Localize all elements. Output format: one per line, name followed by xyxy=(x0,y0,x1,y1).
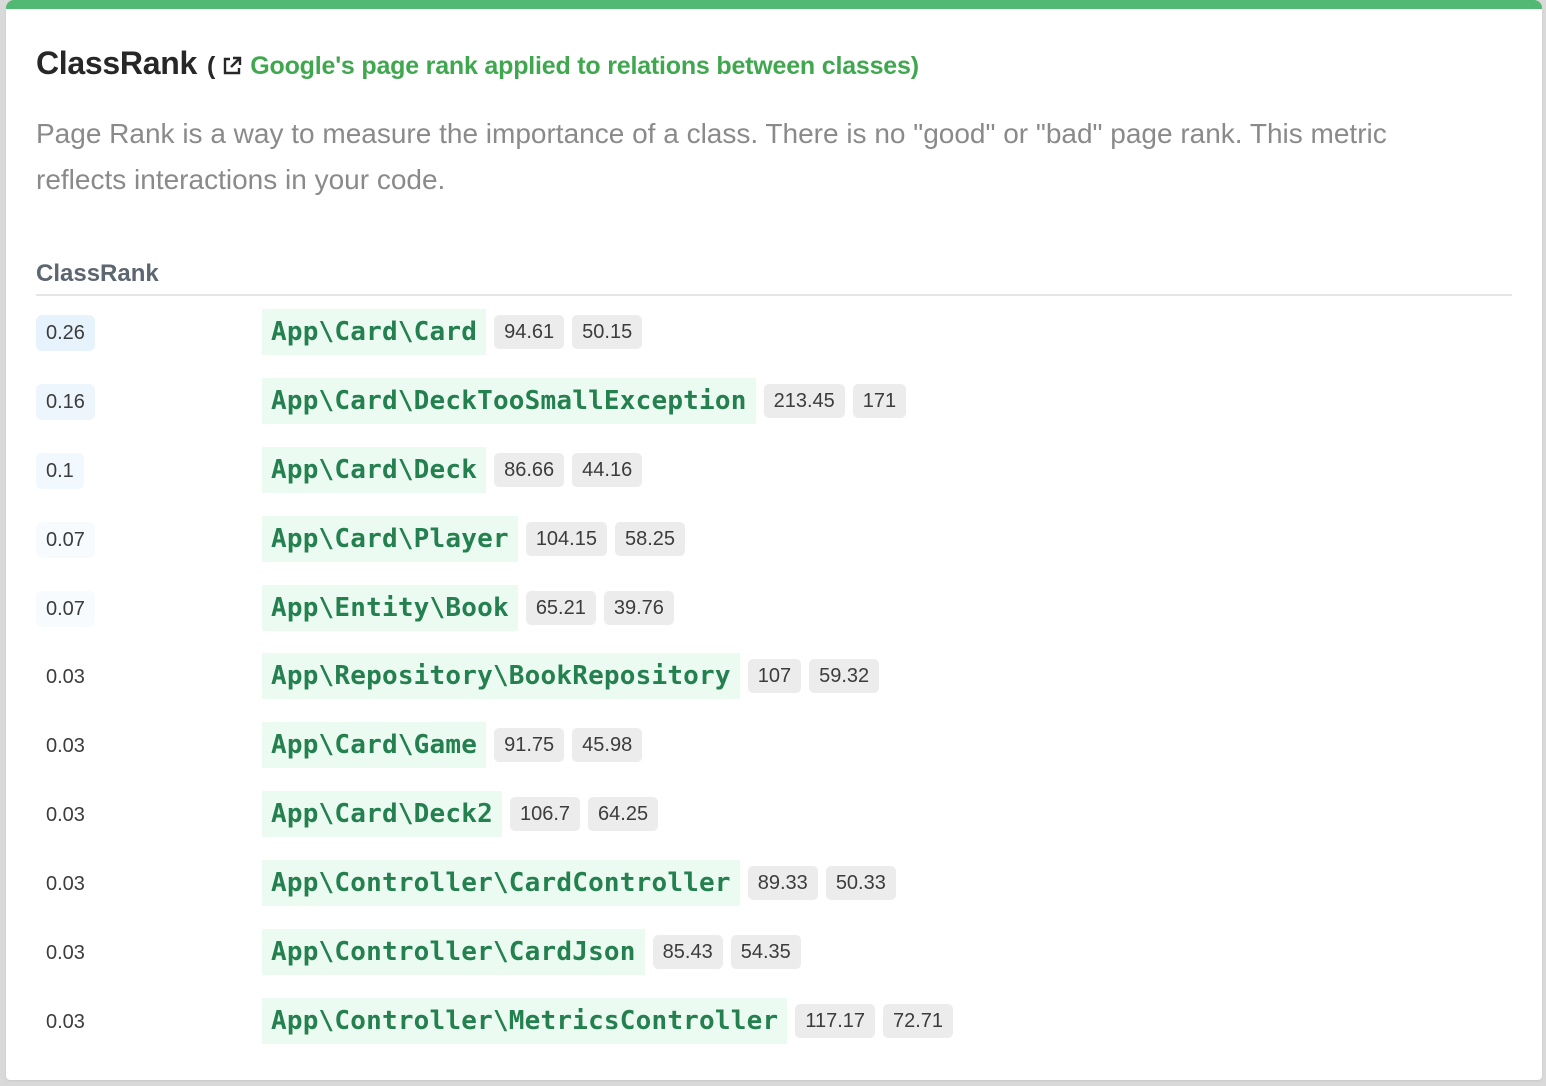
rank-value: 0.07 xyxy=(36,521,95,558)
metric-badge-2: 59.32 xyxy=(809,659,880,694)
metric-badge-1: 106.7 xyxy=(509,797,581,832)
metric-badge-2: 44.16 xyxy=(572,452,643,487)
class-entry: App\Controller\CardJson 85.43 54.35 xyxy=(262,929,801,976)
metric-badge-1: 117.17 xyxy=(795,1003,875,1038)
metric-badge-2: 50.15 xyxy=(572,315,643,349)
metric-badge-1: 213.45 xyxy=(763,383,845,418)
class-entry: App\Card\Card 94.61 50.15 xyxy=(262,309,643,355)
classrank-panel: ClassRank ( Google's page rank applied t… xyxy=(6,0,1542,1080)
description: Page Rank is a way to measure the import… xyxy=(36,118,1387,195)
metric-badge-2: 45.98 xyxy=(572,728,643,763)
class-name[interactable]: App\Card\Deck2 xyxy=(262,791,502,838)
table-row: 0.07 App\Card\Player 104.15 58.25 xyxy=(36,512,1512,581)
page-title: ClassRank xyxy=(36,45,197,81)
class-name[interactable]: App\Card\Game xyxy=(262,722,487,769)
metric-badge-1: 86.66 xyxy=(494,452,565,487)
table-row: 0.03 App\Controller\CardController 89.33… xyxy=(36,856,1512,925)
class-name[interactable]: App\Card\Player xyxy=(262,515,518,562)
class-name[interactable]: App\Controller\CardJson xyxy=(262,929,645,976)
metric-badge-1: 65.21 xyxy=(525,590,596,625)
rank-value: 0.1 xyxy=(36,452,84,489)
metric-badge-2: 72.71 xyxy=(883,1003,954,1038)
rank-value: 0.07 xyxy=(36,590,95,627)
class-entry: App\Card\DeckTooSmallException 213.45 17… xyxy=(262,377,907,424)
class-name[interactable]: App\Entity\Book xyxy=(262,584,518,631)
metric-badge-1: 107 xyxy=(747,659,802,694)
metric-badge-2: 39.76 xyxy=(603,590,674,625)
class-name[interactable]: App\Controller\CardController xyxy=(262,860,740,907)
table-row: 0.03 App\Controller\CardJson 85.43 54.35 xyxy=(36,925,1512,994)
title-line: ClassRank ( Google's page rank applied t… xyxy=(36,45,919,82)
rank-value: 0.03 xyxy=(36,866,95,903)
table-row: 0.03 App\Card\Game 91.75 45.98 xyxy=(36,718,1512,787)
class-entry: App\Controller\CardController 89.33 50.3… xyxy=(262,860,896,907)
metric-badge-2: 64.25 xyxy=(588,797,659,832)
class-name[interactable]: App\Repository\BookRepository xyxy=(262,653,740,700)
class-entry: App\Controller\MetricsController 117.17 … xyxy=(262,997,954,1044)
class-entry: App\Card\Deck2 106.7 64.25 xyxy=(262,791,659,838)
metric-badge-2: 58.25 xyxy=(614,521,686,556)
pagerank-link-text: Google's page rank applied to relations … xyxy=(250,52,919,80)
rank-value: 0.26 xyxy=(36,315,95,351)
rank-value: 0.03 xyxy=(36,797,95,834)
table-row: 0.26 App\Card\Card 94.61 50.15 xyxy=(36,305,1512,374)
metric-badge-2: 171 xyxy=(852,383,907,418)
class-name[interactable]: App\Card\DeckTooSmallException xyxy=(262,377,756,424)
pagerank-link[interactable]: Google's page rank applied to relations … xyxy=(215,52,919,81)
class-entry: App\Card\Player 104.15 58.25 xyxy=(262,515,686,562)
table-row: 0.03 App\Card\Deck2 106.7 64.25 xyxy=(36,787,1512,856)
rank-value: 0.16 xyxy=(36,383,95,420)
class-name[interactable]: App\Controller\MetricsController xyxy=(262,997,788,1044)
table-row: 0.03 App\Repository\BookRepository 107 5… xyxy=(36,649,1512,718)
title-paren: ( xyxy=(206,52,216,80)
metric-badge-1: 94.61 xyxy=(494,315,565,349)
metric-badge-2: 50.33 xyxy=(825,866,896,901)
table-row: 0.07 App\Entity\Book 65.21 39.76 xyxy=(36,581,1512,650)
class-entry: App\Entity\Book 65.21 39.76 xyxy=(262,584,674,631)
rank-value: 0.03 xyxy=(36,935,95,972)
table-row: 0.1 App\Card\Deck 86.66 44.16 xyxy=(36,443,1512,512)
metric-badge-1: 85.43 xyxy=(652,935,723,970)
metric-badge-2: 54.35 xyxy=(730,935,801,970)
class-name[interactable]: App\Card\Card xyxy=(262,309,487,355)
metric-badge-1: 91.75 xyxy=(494,728,565,763)
table-row: 0.16 App\Card\DeckTooSmallException 213.… xyxy=(36,374,1512,443)
class-entry: App\Repository\BookRepository 107 59.32 xyxy=(262,653,880,700)
external-link-icon xyxy=(221,55,243,77)
metric-badge-1: 104.15 xyxy=(525,521,607,556)
rank-value: 0.03 xyxy=(36,1003,95,1040)
rank-value: 0.03 xyxy=(36,728,95,765)
classrank-list: 0.26 App\Card\Card 94.61 50.15 0.16 App\… xyxy=(36,305,1512,1063)
metric-badge-1: 89.33 xyxy=(747,866,818,901)
column-header: ClassRank xyxy=(36,260,1512,296)
rank-value: 0.03 xyxy=(36,659,95,696)
class-entry: App\Card\Deck 86.66 44.16 xyxy=(262,446,643,493)
class-name[interactable]: App\Card\Deck xyxy=(262,446,487,493)
class-entry: App\Card\Game 91.75 45.98 xyxy=(262,722,643,769)
table-row: 0.03 App\Controller\MetricsController 11… xyxy=(36,994,1512,1063)
